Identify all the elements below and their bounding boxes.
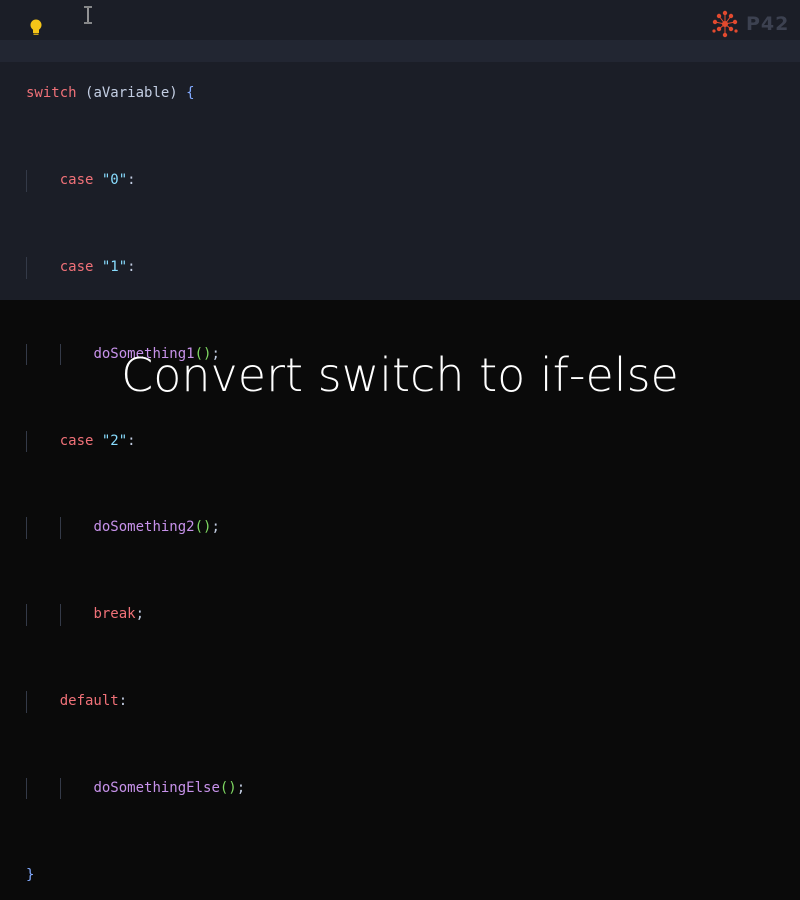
code-line-6: doSomething2(); — [26, 517, 786, 540]
close-paren: ) — [169, 85, 187, 102]
keyword-case: case — [59, 172, 94, 189]
open-paren: ( — [76, 85, 94, 102]
keyword-break: break — [93, 606, 136, 623]
string-literal: "1" — [101, 259, 128, 275]
code-line-10: } — [26, 865, 786, 887]
keyword-default: default — [59, 692, 119, 709]
lightbulb-icon[interactable] — [28, 18, 44, 38]
code-editor[interactable]: P42 switch (aVariable) { case "0": case … — [0, 0, 800, 883]
indent-guide — [60, 777, 61, 800]
string-literal: "0" — [101, 172, 128, 189]
code-line-1: switch (aVariable) { — [26, 83, 786, 105]
code-line-7: break; — [26, 604, 786, 626]
code-line-8: default: — [26, 690, 786, 713]
indent-guide — [60, 604, 61, 626]
code-block[interactable]: switch (aVariable) { case "0": case "1":… — [26, 40, 786, 900]
variable-name: aVariable — [93, 85, 170, 102]
brand-logo: P42 — [710, 8, 794, 40]
keyword-case: case — [59, 259, 94, 275]
semicolon: ; — [211, 519, 220, 536]
logo-text: P42 — [746, 13, 790, 35]
indent-guide — [26, 777, 27, 800]
indent-guide — [26, 170, 27, 192]
caption-banner: Convert switch to if-else — [0, 300, 800, 450]
colon: : — [127, 172, 136, 189]
function-call: doSomethingElse — [93, 779, 220, 796]
close-brace: } — [26, 866, 35, 883]
call-parens: () — [219, 779, 237, 796]
indent-guide — [26, 257, 27, 279]
text-cursor-icon — [82, 6, 94, 24]
indent-guide — [26, 690, 27, 713]
keyword-switch: switch — [26, 85, 77, 102]
code-line-9: doSomethingElse(); — [26, 777, 786, 800]
indent-guide — [60, 517, 61, 540]
code-line-3: case "1": — [26, 257, 786, 279]
semicolon: ; — [135, 606, 145, 623]
semicolon: ; — [236, 779, 246, 796]
function-call: doSomething2 — [93, 519, 195, 536]
code-line-2: case "0": — [26, 170, 786, 192]
indent-guide — [26, 517, 27, 540]
indent-guide — [26, 604, 27, 626]
colon: : — [127, 259, 136, 275]
call-parens: () — [194, 519, 212, 536]
colon: : — [118, 692, 128, 709]
open-brace: { — [186, 85, 195, 102]
p42-logo-icon — [712, 10, 738, 38]
caption-title: Convert switch to if-else — [121, 348, 679, 402]
